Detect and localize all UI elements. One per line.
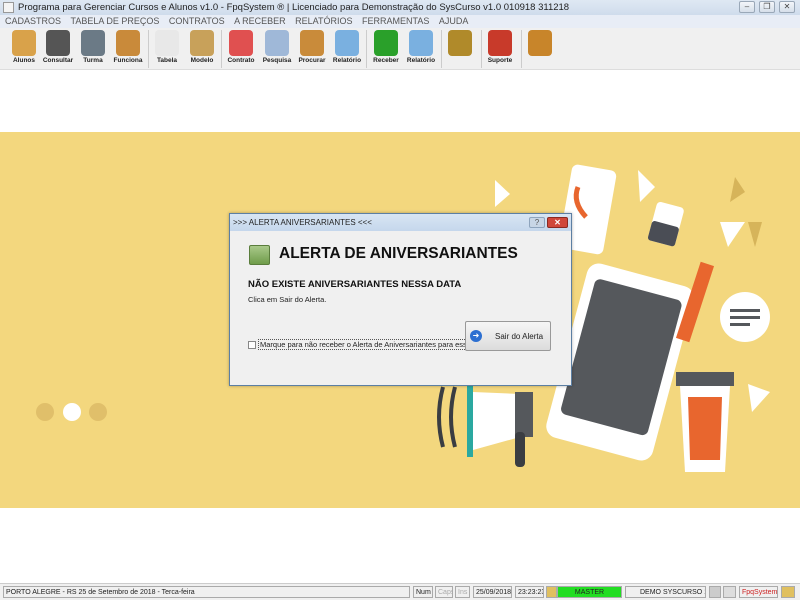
checkbox-box[interactable]: [248, 340, 256, 349]
toolbar-button-procurar-8[interactable]: Procurar: [295, 30, 329, 70]
minimize-button[interactable]: –: [739, 1, 755, 13]
exit-alert-label: Sair do Alerta: [495, 332, 544, 341]
arrow-right-icon: ➜: [470, 330, 482, 342]
classroom-icon: [81, 30, 105, 56]
dots-icon: [36, 403, 107, 421]
exit-alert-button[interactable]: ➜ Sair do Alerta: [465, 321, 551, 351]
toolbar-separator: [148, 30, 149, 68]
toolbar-label: Modelo: [190, 57, 214, 64]
dont-show-checkbox[interactable]: Marque para não receber o Alerta de Aniv…: [248, 339, 486, 350]
toolbar-button-exit-14[interactable]: [523, 30, 557, 70]
toolbar-button-suporte-13[interactable]: Suporte: [483, 30, 517, 70]
dialog-close-button[interactable]: ✕: [547, 217, 568, 228]
restore-button[interactable]: ❐: [759, 1, 775, 13]
toolbar-label: Consultar: [42, 57, 74, 64]
toolbar-button-turma-2[interactable]: Turma: [76, 30, 110, 70]
pen-icon: [229, 30, 253, 56]
status-ins: Ins: [455, 586, 470, 598]
user-icon: [546, 586, 557, 598]
toolbar-separator: [441, 30, 442, 68]
toolbar-button-coin-12[interactable]: [443, 30, 477, 70]
toolbar-label: Tabela: [156, 57, 178, 64]
status-caps: Caps: [435, 586, 453, 598]
students-icon: [12, 30, 36, 56]
support-icon: [488, 30, 512, 56]
toolbar-button-consultar-1[interactable]: Consultar: [41, 30, 75, 70]
employee-icon: [116, 30, 140, 56]
checkbox-label[interactable]: Marque para não receber o Alerta de Aniv…: [258, 339, 486, 350]
status-location: PORTO ALEGRE - RS 25 de Setembro de 2018…: [3, 586, 410, 598]
toolbar-label: Pesquisa: [262, 57, 292, 64]
menu-contratos[interactable]: CONTRATOS: [169, 16, 225, 26]
status-time: 23:23:23: [515, 586, 544, 598]
computer-icon: [723, 586, 736, 598]
toolbar-label: Alunos: [12, 57, 36, 64]
status-bar: PORTO ALEGRE - RS 25 de Setembro de 2018…: [0, 583, 800, 600]
menu-bar: CADASTROS TABELA DE PREÇOS CONTRATOS A R…: [0, 15, 800, 28]
calendar-icon: [249, 245, 270, 265]
id-card-icon: [46, 30, 70, 56]
document-icon: [155, 30, 179, 56]
toolbar-separator: [221, 30, 222, 68]
menu-relatorios[interactable]: RELATÓRIOS: [295, 16, 352, 26]
toolbar-label: Turma: [83, 57, 103, 64]
toolbar-button-contrato-6[interactable]: Contrato: [224, 30, 258, 70]
toolbar-label: Contrato: [227, 57, 255, 64]
toolbar-separator: [521, 30, 522, 68]
toolbar-button-receber-10[interactable]: Receber: [369, 30, 403, 70]
eraser-icon: [647, 201, 684, 247]
status-num: Num: [413, 586, 433, 598]
exit-icon: [528, 30, 552, 56]
status-date: 25/09/2018: [473, 586, 512, 598]
title-bar: Programa para Gerenciar Cursos e Alunos …: [0, 0, 800, 15]
menu-ajuda[interactable]: AJUDA: [439, 16, 469, 26]
menu-tabela-precos[interactable]: TABELA DE PREÇOS: [71, 16, 160, 26]
menu-cadastros[interactable]: CADASTROS: [5, 16, 61, 26]
folder-icon: [300, 30, 324, 56]
help-button[interactable]: ?: [529, 217, 545, 228]
window-title: Programa para Gerenciar Cursos e Alunos …: [18, 2, 570, 13]
cup-icon: [676, 372, 734, 472]
printer-icon: [409, 30, 433, 56]
toolbar-label: Relatório: [332, 57, 362, 64]
toolbar-button-relatório-11[interactable]: Relatório: [404, 30, 438, 70]
toolbar-button-relatório-9[interactable]: Relatório: [330, 30, 364, 70]
toolbar-button-tabela-4[interactable]: Tabela: [150, 30, 184, 70]
dialog-subtext: Clica em Sair do Alerta.: [248, 295, 327, 304]
app-icon: [3, 2, 14, 13]
toolbar-button-modelo-5[interactable]: Modelo: [185, 30, 219, 70]
close-button[interactable]: ✕: [779, 1, 795, 13]
toolbar: Alunos Consultar Turma Funciona Tabela Modelo…: [0, 28, 800, 70]
toolbar-label: Procurar: [298, 57, 326, 64]
status-user: MASTER: [557, 586, 622, 598]
dialog-title: >>> ALERTA ANIVERSARIANTES <<<: [230, 214, 571, 231]
toolbar-button-alunos-0[interactable]: Alunos: [7, 30, 41, 70]
toolbar-label: Funciona: [113, 57, 143, 64]
birthday-alert-dialog: >>> ALERTA ANIVERSARIANTES <<< ? ✕ ALERT…: [229, 213, 572, 386]
toolbar-separator: [481, 30, 482, 68]
megaphone-icon: [437, 382, 533, 467]
status-system: DEMO SYSCURSO 1.0: [625, 586, 706, 598]
dialog-message: NÃO EXISTE ANIVERSARIANTES NESSA DATA: [248, 279, 462, 290]
money-icon: [374, 30, 398, 56]
printer-icon: [335, 30, 359, 56]
search-doc-icon: [265, 30, 289, 56]
menu-ferramentas[interactable]: FERRAMENTAS: [362, 16, 429, 26]
toolbar-separator: [366, 30, 367, 68]
scroll-icon: [190, 30, 214, 56]
toolbar-label: Receber: [373, 57, 399, 64]
status-brand: FpqSystem: [739, 586, 778, 598]
user-icon-2: [781, 586, 795, 598]
menu-a-receber[interactable]: A RECEBER: [234, 16, 286, 26]
toolbar-button-funciona-3[interactable]: Funciona: [111, 30, 145, 70]
toolbar-button-pesquisa-7[interactable]: Pesquisa: [260, 30, 294, 70]
disk-icon: [709, 586, 721, 598]
dialog-heading: ALERTA DE ANIVERSARIANTES: [279, 245, 518, 262]
toolbar-label: Suporte: [487, 57, 513, 64]
speech-bubble-icon: [720, 292, 770, 342]
toolbar-label: Relatório: [406, 57, 436, 64]
coin-icon: [448, 30, 472, 56]
